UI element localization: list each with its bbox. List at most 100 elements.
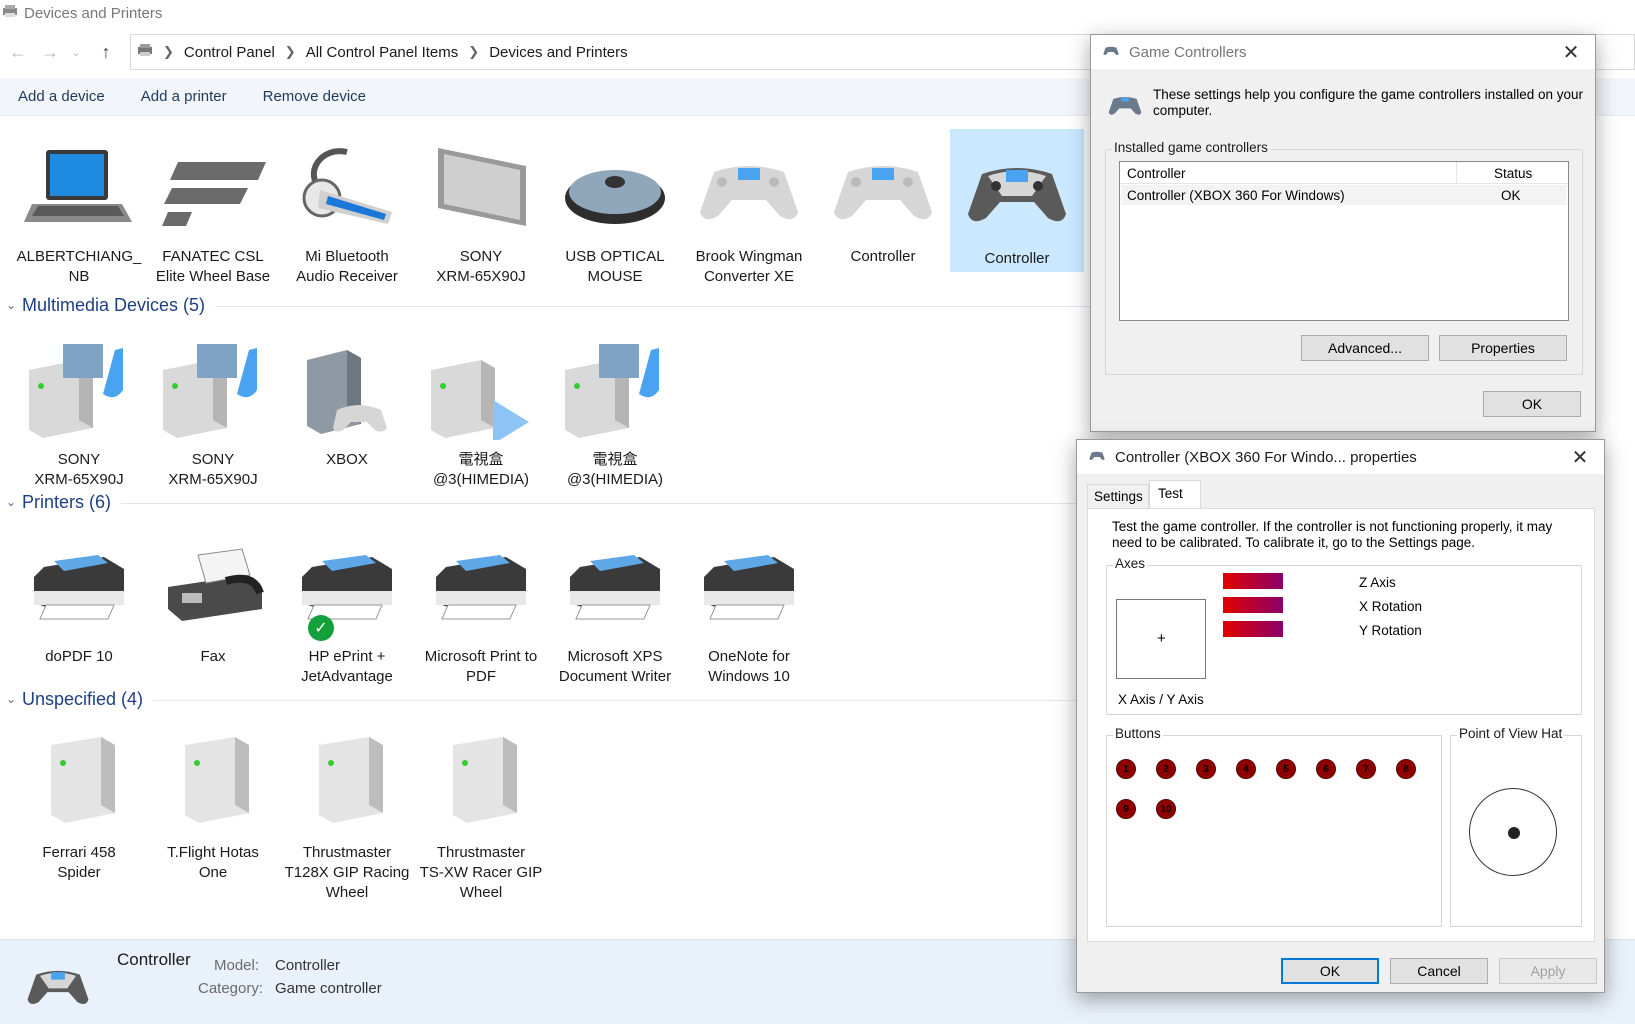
device-item[interactable]: Mi Bluetooth Audio Receiver	[280, 127, 414, 287]
tower-device-icon	[12, 723, 146, 843]
cancel-button[interactable]: Cancel	[1390, 958, 1488, 984]
close-icon[interactable]: ✕	[1568, 445, 1592, 470]
device-item[interactable]: USB OPTICAL MOUSE	[548, 127, 682, 287]
device-item[interactable]: ✓ HP ePrint + JetAdvantage	[280, 527, 414, 687]
details-model-label: Model:	[214, 957, 260, 974]
group-header-printers[interactable]: ⌄ Printers (6)	[0, 489, 1100, 515]
device-item[interactable]: SONY XRM-65X90J	[146, 330, 280, 490]
controller-button-indicator: 1	[1116, 759, 1136, 779]
printer-icon	[548, 527, 682, 647]
controllers-list[interactable]: Controller Status Controller (XBOX 360 F…	[1119, 161, 1569, 321]
add-device-button[interactable]: Add a device	[18, 88, 105, 105]
xy-axis-label: X Axis / Y Axis	[1118, 692, 1204, 707]
media-renderer-icon	[414, 330, 548, 450]
devices-printers-icon	[2, 4, 18, 23]
properties-button[interactable]: Properties	[1439, 335, 1567, 361]
device-item[interactable]: doPDF 10	[12, 527, 146, 667]
device-item[interactable]: Microsoft Print to PDF	[414, 527, 548, 687]
dialog-intro: These settings help you configure the ga…	[1153, 87, 1583, 118]
device-item[interactable]: SONY XRM-65X90J	[12, 330, 146, 490]
device-label: OneNote for Windows 10	[708, 648, 790, 685]
controller-button-indicator: 4	[1236, 759, 1256, 779]
back-arrow-icon[interactable]: ←	[0, 34, 36, 70]
device-label: HP ePrint + JetAdvantage	[301, 648, 393, 685]
add-printer-button[interactable]: Add a printer	[141, 88, 227, 105]
gamepad-icon	[1101, 43, 1121, 62]
table-row[interactable]: Controller (XBOX 360 For Windows) OK	[1121, 185, 1567, 205]
printer-icon	[682, 527, 816, 647]
chevron-down-icon: ⌄	[5, 298, 17, 312]
recent-locations-chevron-icon[interactable]: ⌄	[68, 34, 84, 70]
device-item-selected[interactable]: Controller	[950, 129, 1084, 272]
tower-device-icon	[146, 723, 280, 843]
device-item[interactable]: Microsoft XPS Document Writer	[548, 527, 682, 687]
gamepad-icon	[950, 129, 1084, 249]
y-rotation-label: Y Rotation	[1359, 623, 1422, 638]
group-label: Axes	[1113, 556, 1148, 571]
chevron-down-icon: ⌄	[5, 692, 17, 706]
apply-button[interactable]: Apply	[1499, 958, 1597, 984]
crosshair-marker: +	[1157, 630, 1166, 647]
device-label: Fax	[200, 648, 226, 665]
device-item[interactable]: 電視盒 @3(HIMEDIA)	[548, 330, 682, 490]
device-item[interactable]: Thrustmaster TS-XW Racer GIP Wheel	[414, 723, 548, 903]
group-header-multimedia[interactable]: ⌄ Multimedia Devices (5)	[0, 292, 1100, 318]
test-instructions: Test the game controller. If the control…	[1112, 519, 1553, 550]
breadcrumb-all-items[interactable]: All Control Panel Items	[306, 44, 459, 61]
xy-axis-box: +	[1116, 599, 1206, 679]
column-header-controller[interactable]: Controller	[1127, 166, 1186, 181]
device-item[interactable]: ALBERTCHIANG_ NB	[12, 127, 146, 287]
details-category-label: Category:	[198, 980, 264, 997]
dialog-titlebar: Controller (XBOX 360 For Windo... proper…	[1077, 440, 1604, 474]
device-label: ALBERTCHIANG_ NB	[16, 248, 142, 285]
y-rotation-bar	[1223, 621, 1283, 637]
device-item[interactable]: Thrustmaster T128X GIP Racing Wheel	[280, 723, 414, 903]
ok-button[interactable]: OK	[1281, 958, 1379, 984]
window-titlebar: Devices and Printers	[0, 0, 1635, 26]
device-item[interactable]: XBOX	[280, 330, 414, 470]
device-item[interactable]: 電視盒 @3(HIMEDIA)	[414, 330, 548, 490]
tab-label: Settings	[1094, 489, 1143, 504]
printer-default-icon: ✓	[280, 527, 414, 647]
fax-icon	[146, 527, 280, 647]
forward-arrow-icon[interactable]: →	[32, 34, 68, 70]
breadcrumb-devices-printers[interactable]: Devices and Printers	[489, 44, 627, 61]
up-arrow-icon[interactable]: ↑	[88, 34, 124, 70]
details-category-value: Game controller	[275, 980, 382, 997]
controller-button-indicator: 5	[1276, 759, 1296, 779]
advanced-button[interactable]: Advanced...	[1301, 335, 1429, 361]
device-label: USB OPTICAL MOUSE	[565, 248, 665, 285]
remove-device-button[interactable]: Remove device	[263, 88, 366, 105]
column-header-status[interactable]: Status	[1494, 166, 1532, 181]
device-item[interactable]: Ferrari 458 Spider	[12, 723, 146, 883]
printer-icon	[12, 527, 146, 647]
group-header-unspecified[interactable]: ⌄ Unspecified (4)	[0, 686, 1100, 712]
tab-settings[interactable]: Settings	[1087, 484, 1149, 508]
device-item[interactable]: SONY XRM-65X90J	[414, 127, 548, 287]
chevron-right-icon: ❯	[163, 44, 174, 59]
default-check-icon: ✓	[308, 615, 334, 641]
group-label: Buttons	[1113, 726, 1163, 741]
close-icon[interactable]: ✕	[1559, 40, 1583, 65]
gamepad-icon	[1105, 89, 1145, 124]
group-title: Printers (6)	[22, 491, 112, 512]
device-item[interactable]: T.Flight Hotas One	[146, 723, 280, 883]
device-label: 電視盒 @3(HIMEDIA)	[432, 451, 530, 488]
tab-test[interactable]: Test	[1149, 480, 1201, 509]
device-item[interactable]: FANATEC CSL Elite Wheel Base	[146, 127, 280, 287]
controller-button-indicator: 6	[1316, 759, 1336, 779]
controller-properties-dialog: Controller (XBOX 360 For Windo... proper…	[1076, 439, 1605, 993]
device-label: XBOX	[326, 451, 368, 468]
tab-label: Test	[1158, 486, 1183, 501]
device-item[interactable]: Controller	[816, 127, 950, 267]
media-server-icon	[12, 330, 146, 450]
device-item[interactable]: Brook Wingman Converter XE	[682, 127, 816, 287]
z-axis-bar	[1223, 573, 1283, 589]
device-label: Thrustmaster TS-XW Racer GIP Wheel	[419, 844, 543, 901]
ok-button[interactable]: OK	[1483, 391, 1581, 417]
device-label: Microsoft Print to PDF	[424, 648, 538, 685]
device-label: Controller	[850, 248, 916, 265]
device-item[interactable]: Fax	[146, 527, 280, 667]
breadcrumb-control-panel[interactable]: Control Panel	[184, 44, 275, 61]
device-item[interactable]: OneNote for Windows 10	[682, 527, 816, 687]
